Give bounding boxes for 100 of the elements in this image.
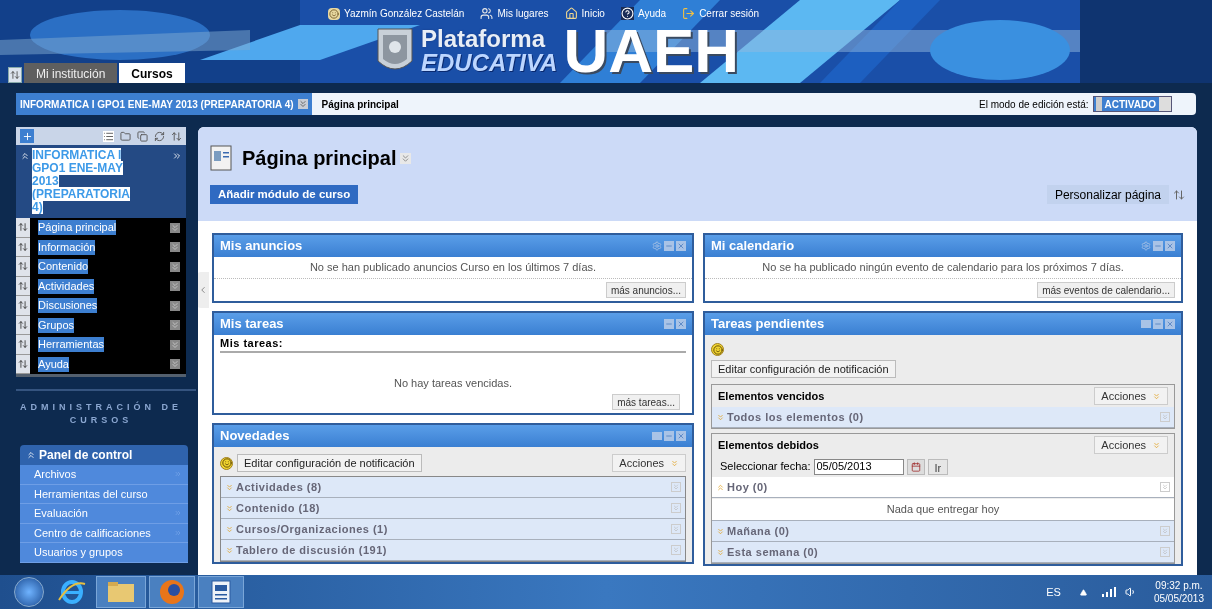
section-row[interactable]: Contenido (18) — [221, 498, 685, 519]
course-menu-item[interactable]: Herramientas — [38, 337, 105, 353]
taskbar-item[interactable] — [149, 576, 195, 608]
user-link[interactable]: Yazmín González Castelán — [328, 6, 465, 21]
close-icon[interactable] — [676, 431, 686, 441]
panel-item[interactable]: Usuarios y grupos — [20, 543, 188, 563]
nav-tab[interactable]: Cursos — [119, 63, 185, 83]
taskbar-item[interactable] — [96, 576, 146, 608]
folder-icon[interactable] — [120, 130, 131, 142]
header-link[interactable]: Cerrar sesión — [682, 6, 760, 21]
title-menu-icon[interactable] — [400, 152, 412, 164]
close-icon[interactable] — [676, 319, 686, 329]
course-menu-item[interactable]: Página principal — [38, 220, 117, 236]
item-menu-icon[interactable] — [170, 300, 180, 311]
drag-handle-icon[interactable] — [16, 237, 30, 257]
section-row[interactable]: Mañana (0) — [712, 521, 1174, 542]
group-title: Elementos debidos — [718, 437, 819, 453]
tray-expand-icon[interactable] — [1079, 588, 1087, 596]
refresh-icon[interactable] — [154, 130, 165, 142]
minimize-icon[interactable] — [664, 241, 674, 251]
panel-item[interactable]: Evaluación — [20, 504, 188, 524]
item-menu-icon[interactable] — [170, 261, 180, 272]
start-button[interactable] — [14, 577, 44, 607]
drag-handle-icon[interactable] — [16, 315, 30, 335]
module-subtitle: Mis tareas: — [220, 335, 283, 351]
chevron-down-icon — [225, 524, 234, 534]
more-button[interactable]: más eventos de calendario... — [1037, 282, 1175, 298]
taskbar-item[interactable] — [198, 576, 244, 608]
header-link[interactable]: Inicio — [564, 6, 605, 21]
section-row[interactable]: Hoy (0) — [712, 477, 1174, 498]
more-button[interactable]: más anuncios... — [605, 282, 686, 298]
chevron-down-icon — [670, 458, 679, 468]
date-field[interactable]: 05/05/2013 — [813, 458, 904, 475]
reorder-icon[interactable] — [1173, 188, 1185, 201]
close-icon[interactable] — [1165, 241, 1175, 251]
item-menu-icon[interactable] — [170, 242, 180, 253]
course-menu-item[interactable]: Grupos — [38, 317, 75, 333]
add-button[interactable] — [20, 129, 34, 143]
minimize-icon[interactable] — [664, 431, 674, 441]
actions-button[interactable]: Acciones — [1094, 387, 1168, 405]
actions-button[interactable]: Acciones — [612, 454, 686, 472]
chevron-up-icon — [716, 482, 725, 492]
nav-tab[interactable]: Mi institución — [24, 63, 118, 83]
calendar-button[interactable] — [906, 458, 925, 475]
section-row[interactable]: Esta semana (0) — [712, 542, 1174, 563]
notification-settings-button[interactable]: Editar configuración de notificación — [237, 454, 422, 472]
breadcrumb-link[interactable]: INFORMATICA I GPO1 ENE-MAY 2013 (PREPARATORIA 4) — [16, 93, 312, 115]
minimize-icon[interactable] — [664, 319, 674, 329]
item-menu-icon[interactable] — [170, 359, 180, 370]
chevron-down-icon — [225, 482, 234, 492]
course-menu-item[interactable]: Discusiones — [38, 298, 98, 314]
notification-settings-button[interactable]: Editar configuración de notificación — [711, 360, 896, 378]
drag-handle-icon[interactable] — [16, 276, 30, 296]
toggle-icon[interactable] — [8, 67, 22, 83]
drag-handle-icon[interactable] — [16, 335, 30, 355]
header-link[interactable]: Ayuda — [620, 6, 667, 21]
edit-mode-toggle[interactable]: ACTIVADO — [1092, 96, 1172, 112]
section-row[interactable]: Todos los elementos (0) — [712, 407, 1174, 428]
collapse-icon[interactable] — [20, 151, 30, 161]
browser-icon[interactable] — [57, 578, 87, 606]
course-menu-item[interactable]: Contenido — [38, 259, 89, 275]
customize-button[interactable]: Personalizar página — [1046, 185, 1169, 204]
actions-button[interactable]: Acciones — [1094, 436, 1168, 454]
drag-handle-icon[interactable] — [16, 218, 30, 238]
header-link[interactable]: Mis lugares — [480, 6, 549, 21]
section-row[interactable]: Actividades (8) — [221, 477, 685, 498]
course-menu-item[interactable]: Información — [38, 239, 96, 255]
section-row[interactable]: Tablero de discusión (191) — [221, 540, 685, 561]
chevron-down-icon — [225, 545, 234, 555]
close-icon[interactable] — [676, 241, 686, 251]
settings-icon[interactable] — [1141, 241, 1151, 251]
minimize-icon[interactable] — [1153, 241, 1163, 251]
item-menu-icon[interactable] — [170, 222, 180, 233]
item-menu-icon[interactable] — [170, 339, 180, 350]
minimize-icon[interactable] — [1153, 319, 1163, 329]
panel-item[interactable]: Centro de calificaciones — [20, 523, 188, 543]
list-icon[interactable] — [103, 130, 114, 142]
course-menu-item[interactable]: Actividades — [38, 278, 95, 294]
drag-handle-icon[interactable] — [16, 296, 30, 316]
section-row[interactable]: Cursos/Organizaciones (1) — [221, 519, 685, 540]
add-module-button[interactable]: Añadir módulo de curso — [210, 185, 359, 204]
drag-handle-icon[interactable] — [16, 354, 30, 374]
language-indicator[interactable]: ES — [1046, 583, 1061, 601]
drag-handle-icon[interactable] — [16, 257, 30, 277]
volume-icon[interactable] — [1124, 586, 1137, 598]
more-button[interactable]: más tareas... — [612, 394, 680, 410]
sort-icon[interactable] — [171, 130, 182, 142]
panel-item[interactable]: Archivos — [20, 465, 188, 485]
panel-item[interactable]: Herramientas del curso — [20, 484, 188, 504]
expand-icon[interactable] — [172, 151, 182, 161]
close-icon[interactable] — [1165, 319, 1175, 329]
item-menu-icon[interactable] — [170, 281, 180, 292]
settings-icon[interactable] — [652, 241, 662, 251]
go-button[interactable]: Ir — [927, 458, 949, 475]
menu-icon — [1160, 412, 1170, 422]
panel-header[interactable]: Panel de control — [20, 445, 188, 465]
item-menu-icon[interactable] — [170, 320, 180, 331]
copy-icon[interactable] — [137, 130, 148, 142]
page-icon — [210, 145, 232, 171]
course-menu-item[interactable]: Ayuda — [38, 356, 69, 372]
